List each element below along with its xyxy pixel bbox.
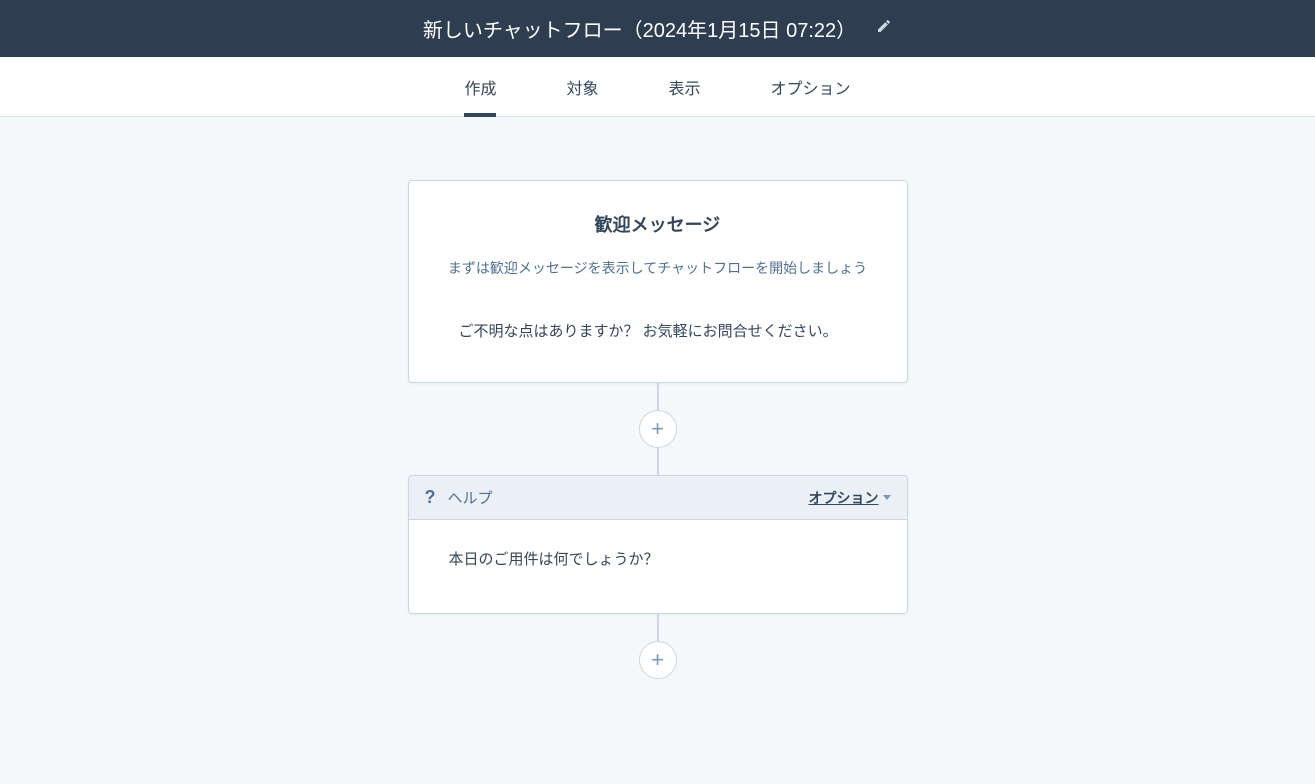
add-step-button[interactable]: +	[639, 641, 677, 679]
tab-nav: 作成 対象 表示 オプション	[0, 57, 1315, 117]
flow-canvas: 歓迎メッセージ まずは歓迎メッセージを表示してチャットフローを開始しましょう ご…	[0, 117, 1315, 784]
help-card-header: ? ヘルプ オプション	[409, 476, 907, 520]
welcome-card-title: 歓迎メッセージ	[439, 211, 877, 237]
tab-target[interactable]: 対象	[566, 57, 598, 117]
help-card[interactable]: ? ヘルプ オプション 本日のご用件は何でしょうか？	[408, 475, 908, 614]
tab-display[interactable]: 表示	[669, 57, 701, 117]
flow-connector	[657, 448, 659, 475]
welcome-card-subtitle: まずは歓迎メッセージを表示してチャットフローを開始しましょう	[439, 255, 877, 282]
page-title: 新しいチャットフロー（2024年1月15日 07:22）	[423, 14, 856, 43]
chevron-down-icon	[883, 495, 891, 500]
help-options-label: オプション	[809, 488, 879, 508]
app-header: 新しいチャットフロー（2024年1月15日 07:22）	[0, 0, 1315, 57]
pencil-icon	[876, 18, 892, 34]
welcome-card-body: ご不明な点はありますか？ お気軽にお問合せください。	[439, 318, 877, 347]
help-card-body: 本日のご用件は何でしょうか？	[409, 520, 907, 613]
flow-connector	[657, 614, 659, 641]
tab-create[interactable]: 作成	[464, 57, 496, 117]
edit-title-button[interactable]	[876, 18, 892, 39]
tab-options[interactable]: オプション	[771, 57, 851, 117]
add-step-button[interactable]: +	[639, 410, 677, 448]
flow-connector	[657, 383, 659, 410]
question-icon: ?	[425, 487, 436, 508]
help-card-label: ヘルプ	[448, 487, 797, 508]
welcome-message-card[interactable]: 歓迎メッセージ まずは歓迎メッセージを表示してチャットフローを開始しましょう ご…	[408, 180, 908, 383]
plus-icon: +	[651, 418, 664, 440]
help-options-dropdown[interactable]: オプション	[809, 488, 891, 508]
plus-icon: +	[651, 649, 664, 671]
